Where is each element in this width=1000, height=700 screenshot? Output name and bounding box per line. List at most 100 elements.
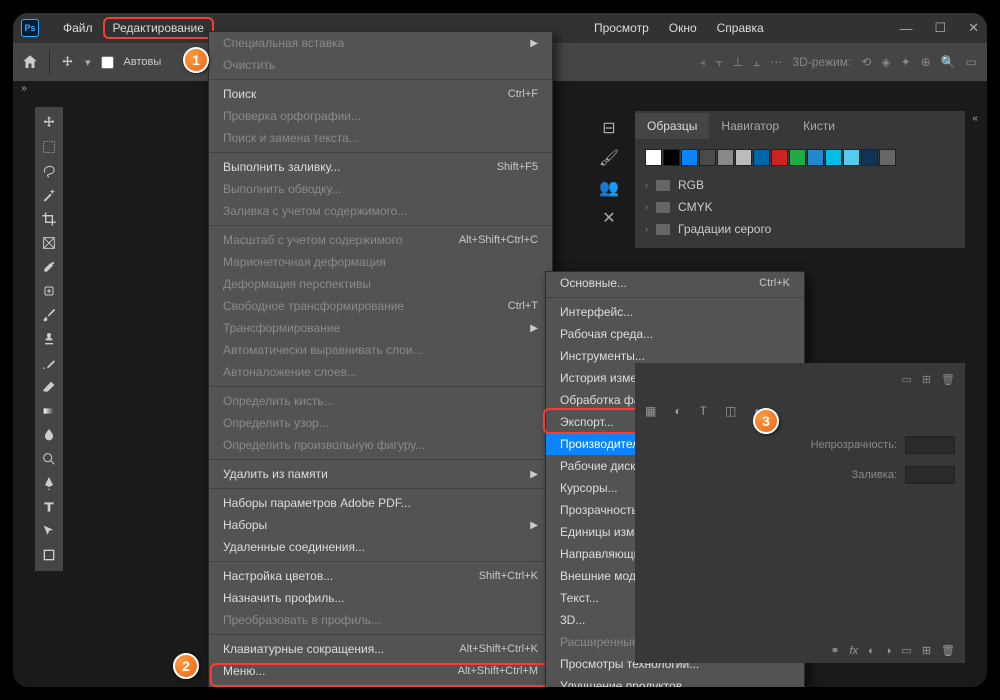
menu-edit[interactable]: Редактирование xyxy=(103,17,214,39)
brush-tool[interactable] xyxy=(35,303,63,327)
close-icon[interactable]: ✕ xyxy=(968,20,979,36)
menu-item[interactable]: Назначить профиль... xyxy=(209,587,552,609)
swatch[interactable] xyxy=(735,149,752,166)
filter-icon[interactable]: ◐ xyxy=(674,404,681,418)
menu-item[interactable]: Свободное трансформированиеCtrl+T xyxy=(209,295,552,317)
align-icon[interactable]: ⊥ xyxy=(733,55,743,69)
collapse-icon[interactable]: « xyxy=(967,113,983,124)
orbit-icon[interactable]: ✦ xyxy=(901,55,911,69)
minimize-icon[interactable]: ― xyxy=(899,21,912,36)
crop-tool[interactable] xyxy=(35,207,63,231)
menu-item[interactable]: Интерфейс... xyxy=(546,301,804,323)
menu-item[interactable]: Наборы▶ xyxy=(209,514,552,536)
swatch[interactable] xyxy=(753,149,770,166)
menu-item[interactable]: Удаленные соединения... xyxy=(209,536,552,558)
menu-file[interactable]: Файл xyxy=(53,17,103,39)
workspace-icon[interactable]: ▭ xyxy=(966,55,977,69)
orbit-icon[interactable]: ⟲ xyxy=(861,55,871,69)
wand-tool[interactable] xyxy=(35,183,63,207)
eraser-tool[interactable] xyxy=(35,375,63,399)
trash-icon[interactable]: 🗑 xyxy=(941,644,955,657)
folder-cmyk[interactable]: ›CMYK xyxy=(645,196,955,218)
menu-item[interactable]: Меню...Alt+Shift+Ctrl+M xyxy=(209,660,552,682)
swatch[interactable] xyxy=(807,149,824,166)
tab-swatches[interactable]: Образцы xyxy=(635,113,709,139)
folder-grayscale[interactable]: ›Градации серого xyxy=(645,218,955,240)
swatch[interactable] xyxy=(879,149,896,166)
menu-item[interactable]: Поиск и замена текста... xyxy=(209,127,552,149)
maximize-icon[interactable]: ☐ xyxy=(934,20,946,36)
eyedropper-tool[interactable] xyxy=(35,255,63,279)
menu-item[interactable]: Очистить xyxy=(209,54,552,76)
auto-checkbox[interactable] xyxy=(101,56,114,69)
menu-item[interactable]: Наборы параметров Adobe PDF... xyxy=(209,492,552,514)
swatch[interactable] xyxy=(861,149,878,166)
pen-tool[interactable] xyxy=(35,471,63,495)
shape-tool[interactable] xyxy=(35,543,63,567)
menu-item[interactable]: Автоналожение слоев... xyxy=(209,361,552,383)
gradient-tool[interactable] xyxy=(35,399,63,423)
menu-item[interactable]: Определить произвольную фигуру... xyxy=(209,434,552,456)
menu-item[interactable]: Настройка цветов...Shift+Ctrl+K xyxy=(209,565,552,587)
menu-item[interactable]: ПоискCtrl+F xyxy=(209,83,552,105)
menu-item[interactable]: Деформация перспективы xyxy=(209,273,552,295)
menu-item[interactable]: Преобразовать в профиль... xyxy=(209,609,552,631)
filter-icon[interactable]: T xyxy=(700,404,707,418)
move-tool[interactable] xyxy=(35,111,63,135)
adjust-icon[interactable]: ◑ xyxy=(885,645,892,657)
swatch[interactable] xyxy=(699,149,716,166)
home-icon[interactable] xyxy=(21,53,39,71)
stamp-tool[interactable] xyxy=(35,327,63,351)
search-icon[interactable]: 🔍 xyxy=(941,55,956,69)
menu-item[interactable]: Определить кисть... xyxy=(209,390,552,412)
move-icon[interactable] xyxy=(60,55,75,70)
menu-item[interactable]: Панель инструментов... xyxy=(209,682,552,690)
fill-field[interactable] xyxy=(905,466,955,484)
swatch[interactable] xyxy=(825,149,842,166)
orbit-icon[interactable]: ◈ xyxy=(881,55,890,69)
menu-help[interactable]: Справка xyxy=(707,17,774,39)
menu-item[interactable]: Заливка с учетом содержимого... xyxy=(209,200,552,222)
menu-item[interactable]: Выполнить обводку... xyxy=(209,178,552,200)
mask-icon[interactable]: ◐ xyxy=(868,645,875,657)
heal-tool[interactable] xyxy=(35,279,63,303)
menu-window[interactable]: Окно xyxy=(659,17,707,39)
tab-navigator[interactable]: Навигатор xyxy=(709,113,791,139)
menu-view[interactable]: Просмотр xyxy=(584,17,659,39)
align-icon[interactable]: ⫞ xyxy=(699,55,705,70)
menu-item[interactable]: Определить узор... xyxy=(209,412,552,434)
history-brush-tool[interactable] xyxy=(35,351,63,375)
menu-item[interactable]: Марионеточная деформация xyxy=(209,251,552,273)
swatch[interactable] xyxy=(717,149,734,166)
tools-icon[interactable]: ✕ xyxy=(593,203,625,233)
menu-item[interactable]: Удалить из памяти▶ xyxy=(209,463,552,485)
filter-icon[interactable]: ▦ xyxy=(645,404,656,418)
filter-icon[interactable]: ◫ xyxy=(725,404,736,418)
align-icon[interactable]: ⫟ xyxy=(715,55,722,70)
ruler-icon[interactable]: ⊟ xyxy=(593,113,625,143)
align-icon[interactable]: ⫠ xyxy=(753,55,760,70)
dodge-tool[interactable] xyxy=(35,447,63,471)
frame-tool[interactable] xyxy=(35,231,63,255)
fx-icon[interactable]: fx xyxy=(850,645,859,657)
menu-item[interactable]: Специальная вставка▶ xyxy=(209,32,552,54)
menu-item[interactable]: Трансформирование▶ xyxy=(209,317,552,339)
new-icon[interactable]: ⊞ xyxy=(922,373,931,386)
new-layer-icon[interactable]: ⊞ xyxy=(922,644,931,657)
trash-icon[interactable]: 🗑 xyxy=(941,373,955,386)
swatch[interactable] xyxy=(789,149,806,166)
swatch[interactable] xyxy=(771,149,788,166)
collapse-icon[interactable]: » xyxy=(15,83,33,94)
swatch[interactable] xyxy=(681,149,698,166)
menu-item[interactable]: Основные...Ctrl+K xyxy=(546,272,804,294)
path-tool[interactable] xyxy=(35,519,63,543)
opacity-field[interactable] xyxy=(905,436,955,454)
brush-panel-icon[interactable]: 🖌 xyxy=(593,143,625,173)
menu-item[interactable]: Проверка орфографии... xyxy=(209,105,552,127)
menu-item[interactable]: Рабочая среда... xyxy=(546,323,804,345)
menu-item[interactable]: Улучшение продуктов... xyxy=(546,675,804,690)
marquee-tool[interactable] xyxy=(35,135,63,159)
orbit-icon[interactable]: ⊕ xyxy=(921,55,931,69)
more-icon[interactable]: ⋯ xyxy=(770,55,782,69)
swatch[interactable] xyxy=(645,149,662,166)
